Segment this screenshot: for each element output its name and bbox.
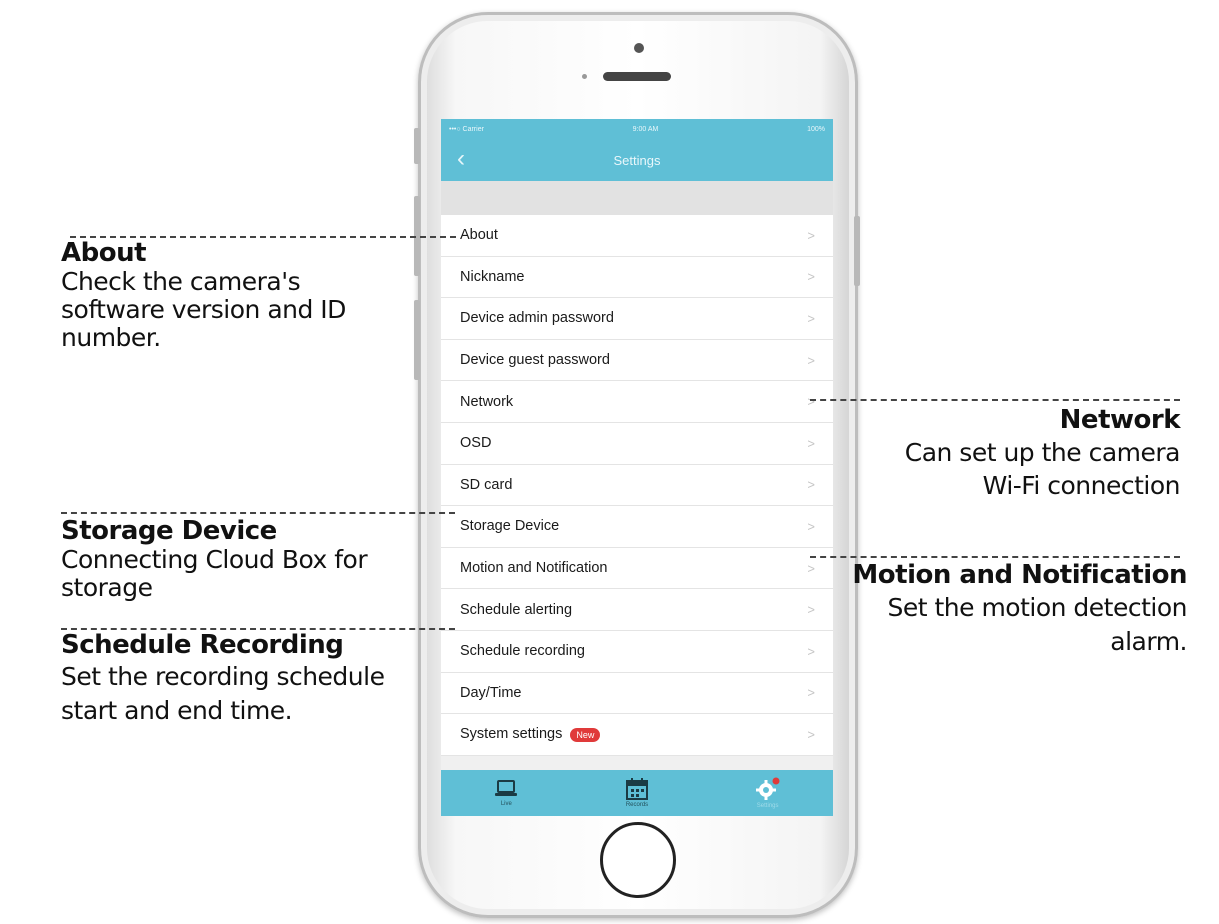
settings-item-text: System settings [460, 726, 563, 743]
settings-item-label: Device admin password [460, 310, 614, 327]
annotation-line: Check the camera's [61, 267, 301, 296]
settings-item-label: Nickname [460, 268, 525, 285]
laptop-icon [494, 779, 518, 799]
annotation-line: Can set up the camera [904, 438, 1181, 467]
settings-item-label: Network [460, 393, 514, 410]
settings-item-label: SD card [460, 476, 513, 493]
annotation-line: Set the recording schedule [61, 662, 385, 691]
earpiece-speaker [603, 72, 671, 81]
annotation-title: Motion and Notification [852, 560, 1187, 590]
chevron-right-icon: > [807, 477, 815, 493]
settings-item-label: System settings New [460, 726, 807, 742]
annotation-description: Set the recording schedule start and end… [61, 660, 385, 728]
schedule-annotation: Schedule Recording Set the recording sch… [61, 630, 385, 728]
tab-bar: Live Records Settings [441, 770, 833, 816]
tab-settings[interactable]: Settings [718, 777, 818, 809]
storage-leader-line [61, 512, 455, 514]
chevron-right-icon: > [807, 269, 815, 285]
settings-item-osd[interactable]: OSD > [441, 423, 833, 465]
settings-item-system-settings[interactable]: System settings New > [441, 714, 833, 756]
annotation-line: Set the motion detection [887, 593, 1187, 622]
settings-item-network[interactable]: Network > [441, 381, 833, 423]
settings-item-nickname[interactable]: Nickname > [441, 257, 833, 299]
chevron-right-icon: > [807, 643, 815, 659]
tab-label: Settings [756, 803, 779, 809]
tab-label: Live [500, 801, 512, 807]
tab-records[interactable]: Records [587, 778, 687, 808]
chevron-right-icon: > [807, 310, 815, 326]
home-button[interactable] [600, 822, 676, 898]
new-badge: New [570, 727, 601, 742]
volume-down-button [414, 300, 420, 380]
motion-leader-line [810, 556, 1180, 558]
chevron-right-icon: > [807, 602, 815, 618]
front-camera [634, 43, 644, 53]
page-title: Settings [613, 152, 661, 168]
motion-annotation: Motion and Notification Set the motion d… [852, 559, 1187, 659]
phone-screen: •••○ Carrier 9:00 AM 100% ‹ Settings Abo… [441, 119, 833, 816]
annotation-line: software version and ID [61, 295, 346, 324]
settings-item-label: Schedule recording [460, 643, 585, 660]
settings-list: About > Nickname > Device admin password… [441, 215, 833, 756]
chevron-right-icon: > [807, 227, 815, 243]
settings-item-admin-password[interactable]: Device admin password > [441, 298, 833, 340]
settings-item-storage-device[interactable]: Storage Device > [441, 506, 833, 548]
about-annotation: About Check the camera's software versio… [61, 239, 346, 352]
network-annotation: Network Can set up the camera Wi-Fi conn… [904, 404, 1181, 502]
power-button [854, 216, 860, 286]
chevron-right-icon: > [807, 352, 815, 368]
settings-item-label: Schedule alerting [460, 601, 573, 618]
annotation-title: Storage Device [61, 516, 277, 546]
settings-item-schedule-recording[interactable]: Schedule recording > [441, 631, 833, 673]
settings-item-label: About [460, 227, 498, 244]
chevron-right-icon: > [807, 394, 815, 410]
settings-item-about[interactable]: About > [441, 215, 833, 257]
settings-item-sd-card[interactable]: SD card > [441, 465, 833, 507]
network-leader-line [810, 399, 1180, 401]
tab-live[interactable]: Live [456, 779, 556, 807]
settings-item-guest-password[interactable]: Device guest password > [441, 340, 833, 382]
section-spacer [441, 181, 833, 215]
chevron-right-icon: > [807, 560, 815, 576]
settings-item-motion-notification[interactable]: Motion and Notification > [441, 548, 833, 590]
storage-annotation: Storage Device Connecting Cloud Box for … [61, 516, 368, 602]
settings-item-label: Motion and Notification [460, 560, 608, 577]
chevron-right-icon: > [807, 685, 815, 701]
annotation-line: alarm. [1110, 627, 1187, 656]
annotation-line: Wi-Fi connection [982, 471, 1181, 500]
settings-item-day-time[interactable]: Day/Time > [441, 673, 833, 715]
settings-item-schedule-alerting[interactable]: Schedule alerting > [441, 589, 833, 631]
chevron-left-icon[interactable]: ‹ [457, 147, 465, 171]
chevron-right-icon: > [807, 726, 815, 742]
proximity-sensor [582, 74, 587, 79]
annotation-title: About [61, 238, 147, 268]
settings-item-label: OSD [460, 435, 492, 452]
tab-label: Records [625, 802, 649, 808]
annotation-line: number. [61, 323, 161, 352]
chevron-right-icon: > [807, 518, 815, 534]
settings-item-label: Device guest password [460, 352, 610, 369]
settings-item-label: Day/Time [460, 684, 522, 701]
annotation-line: storage [61, 573, 153, 602]
annotation-line: Connecting Cloud Box for [61, 545, 368, 574]
annotation-title: Network [1059, 405, 1181, 435]
gear-icon [754, 777, 782, 801]
annotation-description: Connecting Cloud Box for storage [61, 545, 368, 602]
clock-text: 9:00 AM [632, 125, 659, 133]
chevron-right-icon: > [807, 435, 815, 451]
annotation-line: start and end time. [61, 696, 293, 725]
status-bar: •••○ Carrier 9:00 AM 100% [441, 119, 833, 139]
annotation-description: Check the camera's software version and … [61, 268, 346, 352]
annotation-description: Set the motion detection alarm. [852, 591, 1187, 659]
mute-switch [414, 128, 420, 164]
calendar-icon [625, 778, 649, 800]
settings-item-label: Storage Device [460, 518, 560, 535]
annotation-title: Schedule Recording [61, 630, 344, 660]
carrier-text: •••○ Carrier [449, 125, 484, 133]
battery-text: 100% [807, 125, 825, 133]
annotation-description: Can set up the camera Wi-Fi connection [904, 436, 1181, 502]
navigation-bar: ‹ Settings [441, 139, 833, 181]
